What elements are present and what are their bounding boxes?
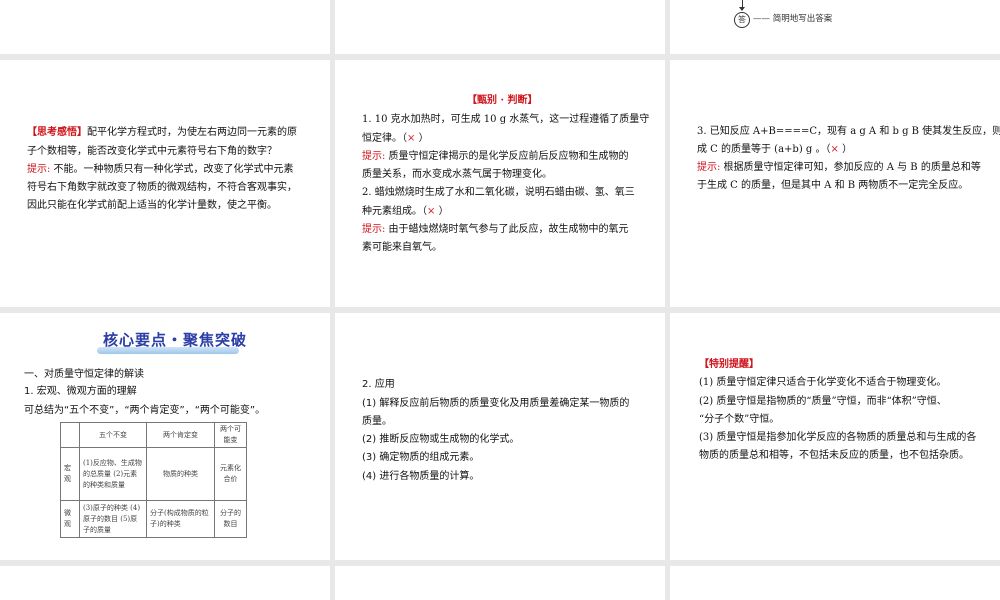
slide-bottom-middle bbox=[335, 566, 665, 600]
apply-line: (4) 进行各物质量的计算。 bbox=[362, 471, 480, 482]
apply-line: (3) 确定物质的组成元素。 bbox=[362, 452, 480, 463]
table-cell: 宏观 bbox=[60, 447, 80, 501]
core-subheading: 1. 宏观、微观方面的理解 bbox=[24, 386, 137, 397]
table-header: 两个肯定变 bbox=[146, 422, 215, 448]
core-summary: 可总结为“五个不变”，“两个肯定变”，“两个可能变”。 bbox=[24, 405, 266, 416]
apply-title: 2. 应用 bbox=[362, 379, 395, 390]
think-hint-line-3: 因此只能在化学式前配上适当的化学计量数，使之平衡。 bbox=[27, 200, 277, 211]
hint-label: 提示: bbox=[27, 164, 51, 175]
table-cell: 物质的种类 bbox=[146, 447, 215, 501]
judge-h2-line-2: 素可能来自氧气。 bbox=[362, 242, 442, 253]
table-cell: (1)反应物、生成物的总质量 (2)元素的种类和质量 bbox=[79, 447, 147, 501]
slide-judge: 【甄别 · 判断】 1. 10 克水加热时，可生成 10 g 水蒸气，这一过程遵… bbox=[335, 60, 665, 307]
conservation-table: 五个不变 两个肯定变 两个可能变 宏观 (1)反应物、生成物的总质量 (2)元素… bbox=[60, 422, 248, 538]
slide-apply: 2. 应用 (1) 解释反应前后物质的质量变化及用质量差确定某一物质的 质量。 … bbox=[335, 313, 665, 560]
q3-close: ） bbox=[838, 144, 853, 155]
slide-think: 【思考感悟】配平化学方程式时，为使左右两边同一元素的原 子个数相等，能否改变化学… bbox=[0, 60, 330, 307]
slide-core: 核心要点・聚焦突破 一、对质量守恒定律的解读 1. 宏观、微观方面的理解 可总结… bbox=[0, 313, 330, 560]
judge-h2-line-1: 提示: 由于蜡烛燃烧时氧气参与了此反应，故生成物中的氧元 bbox=[362, 221, 629, 240]
hint-label: 提示: bbox=[362, 151, 386, 162]
remind-line: (2) 质量守恒是指物质的“质量”守恒，而非“体积”守恒、 bbox=[699, 396, 947, 407]
answer-circle-icon: 答 bbox=[734, 12, 750, 28]
core-section-heading: 一、对质量守恒定律的解读 bbox=[24, 369, 144, 380]
judge-q3-line-1: 3. 已知反应 A+B====C，现有 a g A 和 b g B 使其发生反应… bbox=[697, 126, 1000, 137]
slide-judge-3: 3. 已知反应 A+B====C，现有 a g A 和 b g B 使其发生反应… bbox=[670, 60, 1000, 307]
banner-title: 核心要点・聚焦突破 bbox=[103, 331, 248, 349]
judge-h3-line-1: 提示: 根据质量守恒定律可知，参加反应的 A 与 B 的质量总和等 bbox=[697, 159, 981, 178]
remind-line: 物质的质量总和相等，不包括未反应的质量，也不包括杂质。 bbox=[699, 450, 969, 461]
judge-title: 【甄别 · 判断】 bbox=[467, 95, 538, 106]
slide-top-middle bbox=[335, 0, 665, 54]
q1-close: ） bbox=[415, 133, 429, 144]
judge-q2-line-2: 种元素组成。（× ） bbox=[362, 203, 449, 222]
table-cell: 微观 bbox=[60, 500, 80, 538]
table-row: 宏观 (1)反应物、生成物的总质量 (2)元素的种类和质量 物质的种类 元素化合… bbox=[60, 447, 248, 501]
q1-text: 恒定律。（ bbox=[362, 133, 407, 144]
remind-line: (3) 质量守恒是指参加化学反应的各物质的质量总和与生成的各 bbox=[699, 432, 977, 443]
hint-text-1: 不能。一种物质只有一种化学式，改变了化学式中元素 bbox=[50, 164, 294, 175]
hint-label: 提示: bbox=[697, 162, 721, 173]
table-header: 两个可能变 bbox=[213, 422, 248, 448]
table-cell: (3)原子的种类 (4)原子的数目 (5)原子的质量 bbox=[79, 500, 147, 538]
think-label: 【思考感悟】 bbox=[27, 127, 87, 138]
judge-q1-line-2: 恒定律。（× ） bbox=[362, 130, 429, 149]
q3-text: 成 C 的质量等于 (a+b) g 。（ bbox=[697, 144, 831, 155]
judge-q1-line-1: 1. 10 克水加热时，可生成 10 g 水蒸气，这一过程遵循了质量守 bbox=[362, 114, 650, 125]
wrong-mark-icon: × bbox=[830, 144, 839, 155]
slide-top-left bbox=[0, 0, 330, 54]
table-row: 微观 (3)原子的种类 (4)原子的数目 (5)原子的质量 分子(构成物质的粒子… bbox=[60, 500, 248, 538]
slide-bottom-right bbox=[670, 566, 1000, 600]
judge-h3-line-2: 于生成 C 的质量，但是其中 A 和 B 两物质不一定完全反应。 bbox=[697, 180, 969, 191]
table-cell: 分子(构成物质的粒子)的种类 bbox=[146, 500, 215, 538]
h3-text: 根据质量守恒定律可知，参加反应的 A 与 B 的质量总和等 bbox=[720, 162, 981, 173]
judge-h1-line-2: 质量关系，而水变成水蒸气属于物理变化。 bbox=[362, 169, 552, 180]
apply-line: (1) 解释反应前后物质的质量变化及用质量差确定某一物质的 bbox=[362, 398, 630, 409]
apply-line: (2) 推断反应物或生成物的化学式。 bbox=[362, 434, 520, 445]
think-question-line-1: 【思考感悟】配平化学方程式时，为使左右两边同一元素的原 bbox=[27, 124, 297, 143]
remind-line: (1) 质量守恒定律只适合于化学变化不适合于物理变化。 bbox=[699, 377, 947, 388]
think-hint-line-1: 提示: 不能。一种物质只有一种化学式，改变了化学式中元素 bbox=[27, 161, 294, 180]
h2-text: 由于蜡烛燃烧时氧气参与了此反应，故生成物中的氧元 bbox=[385, 224, 629, 235]
answer-note: —— 简明地写出答案 bbox=[753, 14, 833, 24]
q2-text: 种元素组成。（ bbox=[362, 206, 427, 217]
q2-close: ） bbox=[435, 206, 449, 217]
remind-title: 【特别提醒】 bbox=[699, 359, 759, 370]
think-question-text-1: 配平化学方程式时，为使左右两边同一元素的原 bbox=[87, 127, 297, 138]
remind-line: “分子个数”守恒。 bbox=[699, 414, 780, 425]
table-header-row: 五个不变 两个肯定变 两个可能变 bbox=[60, 422, 248, 448]
slide-remind: 【特别提醒】 (1) 质量守恒定律只适合于化学变化不适合于物理变化。 (2) 质… bbox=[670, 313, 1000, 560]
judge-q2-line-1: 2. 蜡烛燃烧时生成了水和二氧化碳，说明石蜡由碳、氢、氧三 bbox=[362, 187, 635, 198]
think-hint-line-2: 符号右下角数字就改变了物质的微观结构，不符合客观事实， bbox=[27, 182, 297, 193]
judge-h1-line-1: 提示: 质量守恒定律揭示的是化学反应前后反应物和生成物的 bbox=[362, 148, 629, 167]
hint-label: 提示: bbox=[362, 224, 386, 235]
slide-bottom-left bbox=[0, 566, 330, 600]
table-cell: 分子的数目 bbox=[213, 500, 248, 538]
table-header: 五个不变 bbox=[79, 422, 147, 448]
h1-text: 质量守恒定律揭示的是化学反应前后反应物和生成物的 bbox=[385, 151, 629, 162]
think-question-line-2: 子个数相等，能否改变化学式中元素符号右下角的数字？ bbox=[27, 146, 277, 157]
arrow-head bbox=[739, 7, 745, 11]
judge-q3-line-2: 成 C 的质量等于 (a+b) g 。（× ） bbox=[697, 141, 852, 160]
table-cell: 元素化合价 bbox=[213, 447, 248, 501]
slide-top-right: 答 —— 简明地写出答案 bbox=[670, 0, 1000, 54]
apply-line: 质量。 bbox=[362, 416, 392, 427]
section-banner: 核心要点・聚焦突破 bbox=[95, 328, 246, 354]
table-header bbox=[60, 422, 80, 448]
